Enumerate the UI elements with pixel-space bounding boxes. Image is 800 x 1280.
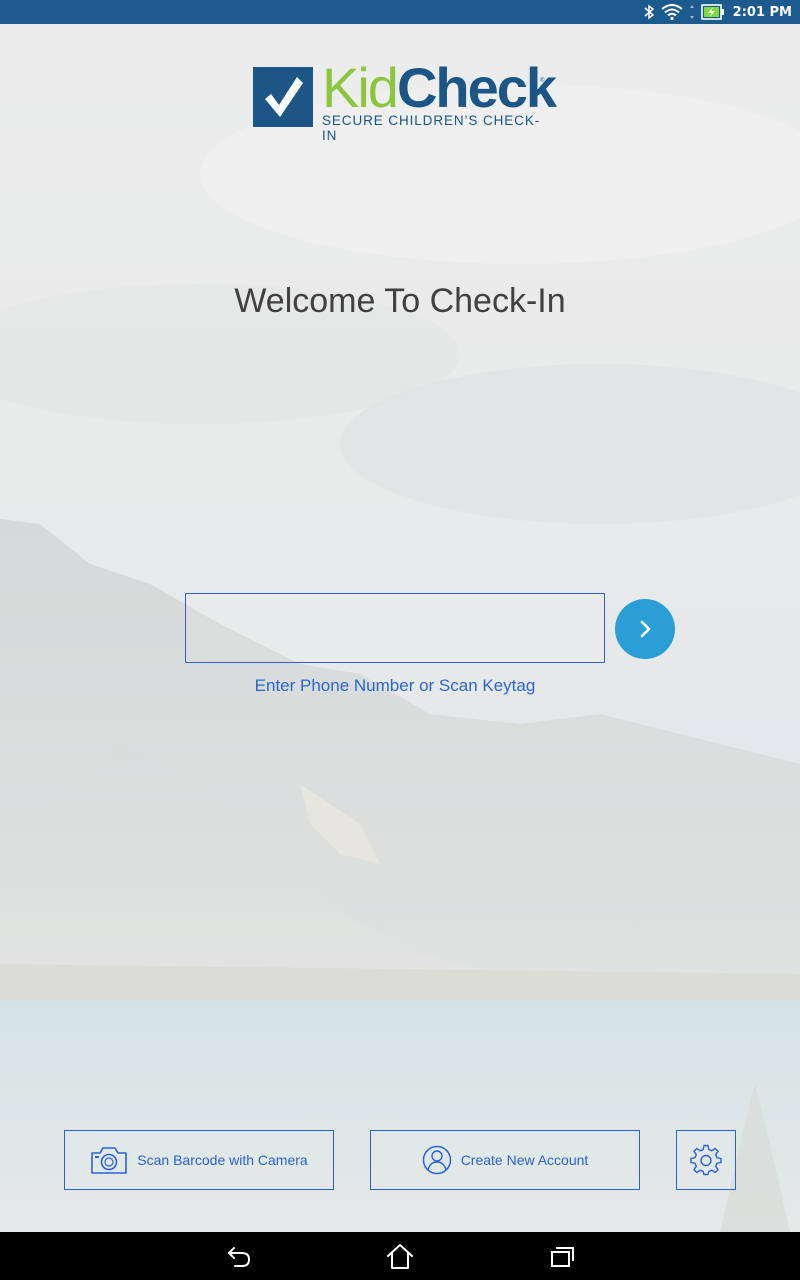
registered-mark: ®	[540, 78, 545, 84]
logo-check: Check	[396, 56, 557, 119]
settings-button[interactable]	[676, 1130, 736, 1190]
logo-wordmark: KidCheck	[322, 60, 557, 116]
back-button[interactable]	[219, 1240, 259, 1272]
scan-barcode-label: Scan Barcode with Camera	[137, 1152, 308, 1168]
phone-number-input[interactable]	[185, 593, 605, 663]
submit-button[interactable]	[615, 599, 675, 659]
home-icon	[387, 1244, 413, 1269]
create-account-button[interactable]: Create New Account	[370, 1130, 640, 1190]
recent-apps-button[interactable]	[542, 1240, 582, 1272]
back-icon	[228, 1247, 251, 1267]
status-time: 2:01 PM	[732, 4, 792, 20]
home-button[interactable]	[380, 1240, 420, 1272]
camera-icon	[90, 1145, 128, 1175]
check-in-screen: KidCheck ® SECURE CHILDREN’S CHECK-IN We…	[0, 24, 800, 1232]
logo-kid: Kid	[322, 56, 399, 119]
logo-tagline: SECURE CHILDREN’S CHECK-IN	[322, 113, 541, 143]
status-bar: 2:01 PM	[0, 0, 800, 24]
bluetooth-icon	[643, 4, 655, 20]
input-hint: Enter Phone Number or Scan Keytag	[254, 676, 536, 695]
wifi-icon	[661, 4, 683, 20]
create-account-label: Create New Account	[460, 1152, 589, 1168]
scan-barcode-button[interactable]: Scan Barcode with Camera	[64, 1130, 334, 1190]
page-title: Welcome To Check-In	[234, 282, 566, 320]
data-arrows-icon	[689, 4, 695, 20]
kidcheck-logo: KidCheck ® SECURE CHILDREN’S CHECK-IN	[252, 60, 557, 143]
checkmark-icon	[253, 67, 313, 127]
recent-apps-icon	[551, 1247, 574, 1267]
user-circle-icon	[422, 1145, 452, 1175]
navigation-bar	[0, 1232, 800, 1280]
battery-charging-icon	[700, 4, 725, 20]
chevron-right-icon	[640, 620, 651, 638]
gear-icon	[690, 1144, 722, 1176]
